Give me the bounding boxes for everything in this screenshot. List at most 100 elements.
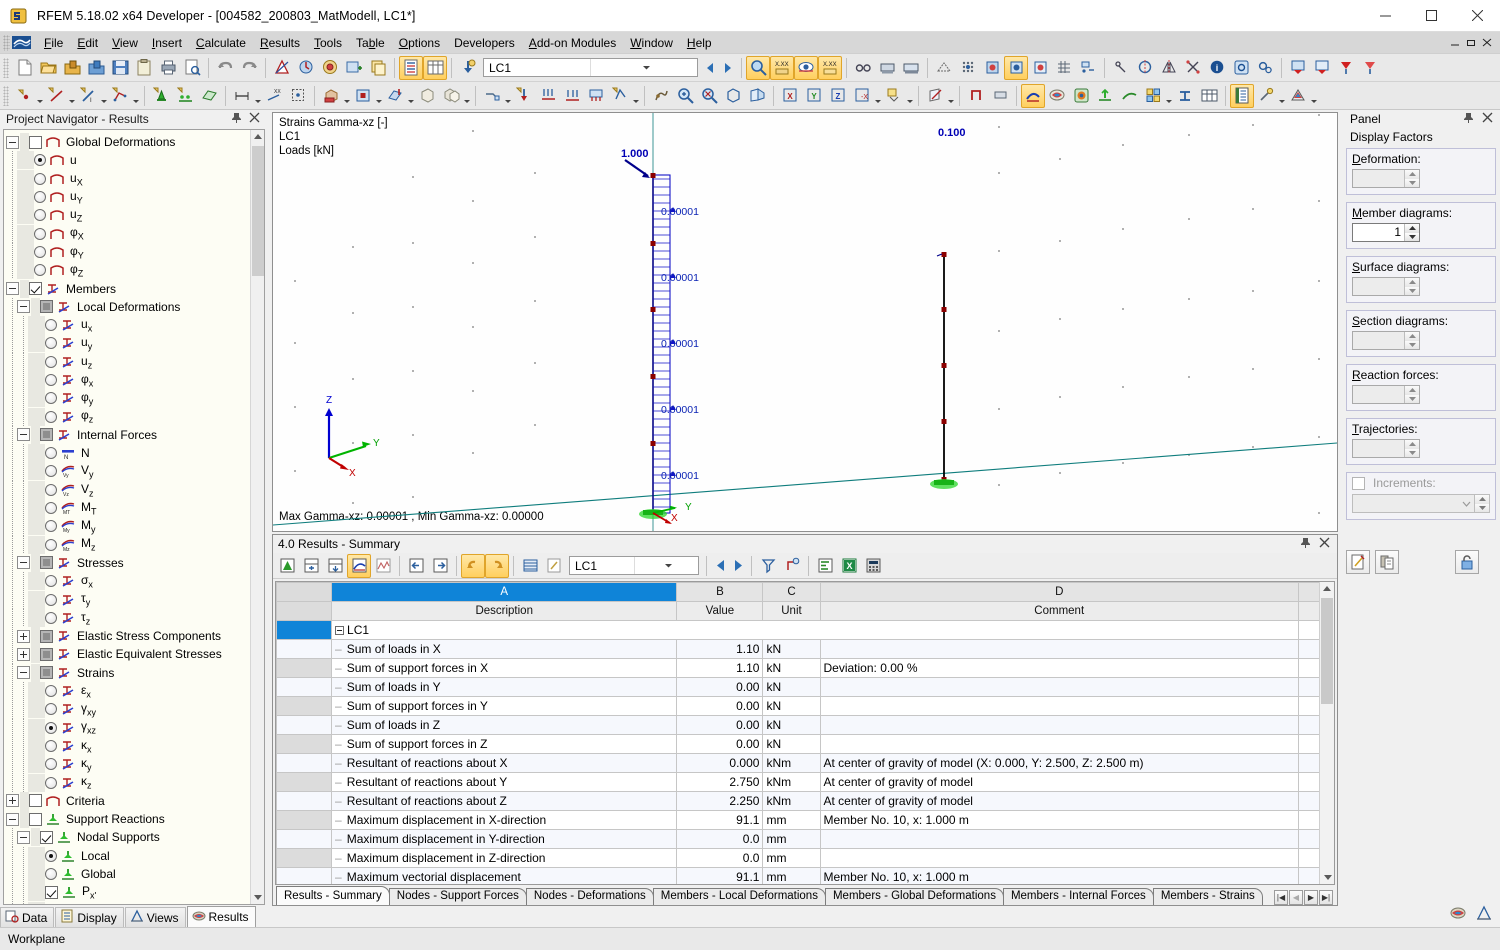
- menu-calculate[interactable]: Calculate: [189, 34, 253, 52]
- dropdown-caret[interactable]: [407, 84, 415, 108]
- close-icon[interactable]: [1319, 537, 1330, 552]
- tree-radio[interactable]: [45, 502, 57, 514]
- tree-radio[interactable]: [34, 264, 46, 276]
- tree-radio[interactable]: [34, 191, 46, 203]
- line-load-icon[interactable]: [560, 84, 584, 108]
- glasses-icon[interactable]: [851, 56, 875, 80]
- grid-settings-icon[interactable]: [518, 554, 542, 578]
- results-tree[interactable]: Global DeformationsuuXuYuZφXφYφZMembersL…: [4, 130, 264, 905]
- row-header[interactable]: [277, 678, 332, 697]
- cell-comment[interactable]: Deviation: 0.00 %: [820, 659, 1298, 678]
- result-table-icon[interactable]: [1197, 84, 1221, 108]
- cell-value[interactable]: 91.1: [677, 868, 763, 886]
- view-iso-icon[interactable]: -X: [850, 84, 874, 108]
- menu-tools[interactable]: Tools: [307, 34, 349, 52]
- surface-load-icon[interactable]: [584, 84, 608, 108]
- cell-unit[interactable]: kN: [763, 716, 820, 735]
- spinner-down-icon[interactable]: [1405, 449, 1419, 458]
- spinner-buttons[interactable]: [1404, 386, 1419, 403]
- cell-comment[interactable]: [820, 678, 1298, 697]
- factor-spinner[interactable]: [1352, 277, 1420, 296]
- pin-icon[interactable]: [1300, 537, 1311, 552]
- cell-unit[interactable]: kN: [763, 697, 820, 716]
- scroll-up-icon[interactable]: [1320, 582, 1334, 596]
- table-row[interactable]: –Sum of support forces in Z0.00kN: [277, 735, 1322, 754]
- gears-icon[interactable]: [1253, 56, 1277, 80]
- tree-item-internal-forces[interactable]: Internal Forces: [4, 426, 264, 444]
- next-table-icon[interactable]: [428, 554, 452, 578]
- column-letter-b[interactable]: B: [677, 583, 763, 602]
- menu-table[interactable]: Table: [349, 34, 392, 52]
- tree-checkbox[interactable]: [40, 648, 53, 661]
- view-y-icon[interactable]: Y: [802, 84, 826, 108]
- tree-radio[interactable]: [45, 319, 57, 331]
- tree-radio[interactable]: [45, 685, 57, 697]
- solid-icon[interactable]: [980, 56, 1004, 80]
- table-tab-results-summary[interactable]: Results - Summary: [276, 886, 390, 905]
- table-tab-members-internal-forces[interactable]: Members - Internal Forces: [1003, 888, 1154, 905]
- chevron-down-icon[interactable]: [590, 59, 697, 76]
- view-x-icon[interactable]: X: [778, 84, 802, 108]
- tree-item-m[interactable]: MzMz: [4, 536, 264, 554]
- dropdown-caret[interactable]: [1165, 84, 1173, 108]
- tree-radio[interactable]: [45, 392, 57, 404]
- menu-edit[interactable]: Edit: [70, 34, 105, 52]
- render-icon[interactable]: [875, 56, 899, 80]
- settings-icon[interactable]: [1229, 56, 1253, 80]
- opening-icon[interactable]: [351, 84, 375, 108]
- row-header[interactable]: [277, 754, 332, 773]
- table-row[interactable]: –Sum of support forces in X1.10kNDeviati…: [277, 659, 1322, 678]
- insert-column-icon[interactable]: [323, 554, 347, 578]
- table-tab-members-local-deformations[interactable]: Members - Local Deformations: [653, 888, 826, 905]
- tree-radio[interactable]: [45, 411, 57, 423]
- tree-expander-expand[interactable]: [17, 630, 30, 643]
- edit-table-icon[interactable]: [542, 554, 566, 578]
- factor-spinner[interactable]: [1352, 169, 1420, 188]
- info-icon[interactable]: i: [1205, 56, 1229, 80]
- tree-item-[interactable]: φy: [4, 389, 264, 407]
- cell-value[interactable]: 0.00: [677, 697, 763, 716]
- tree-item-[interactable]: φz: [4, 407, 264, 425]
- cell-value[interactable]: 0.0: [677, 849, 763, 868]
- dropdown-caret[interactable]: [632, 84, 640, 108]
- tree-radio[interactable]: [45, 520, 57, 532]
- row-header[interactable]: [277, 621, 332, 640]
- inner-restore-icon[interactable]: [1464, 36, 1478, 50]
- tree-item-u[interactable]: uz: [4, 353, 264, 371]
- cell-value[interactable]: 2.250: [677, 792, 763, 811]
- tree-item-strains[interactable]: Strains: [4, 664, 264, 682]
- cell-comment[interactable]: At center of gravity of model: [820, 792, 1298, 811]
- model-viewport[interactable]: Strains Gamma-xz [-] LC1 Loads [kN] Max …: [272, 112, 1338, 532]
- table-group-row[interactable]: LC1: [277, 621, 1322, 640]
- dropdown-caret[interactable]: [343, 84, 351, 108]
- result-value-display-icon[interactable]: X.XX: [818, 56, 842, 80]
- zoom-icon[interactable]: [746, 56, 770, 80]
- cell-unit[interactable]: mm: [763, 811, 820, 830]
- new-solid-icon[interactable]: [319, 84, 343, 108]
- support-tag2-icon[interactable]: [1310, 56, 1334, 80]
- tree-radio[interactable]: [45, 465, 57, 477]
- tree-expander-collapse[interactable]: [6, 282, 19, 295]
- row-header[interactable]: [277, 735, 332, 754]
- clipboard-icon[interactable]: [132, 56, 156, 80]
- table-row[interactable]: –Resultant of reactions about Y2.750kNmA…: [277, 773, 1322, 792]
- row-header[interactable]: [277, 640, 332, 659]
- tree-item-nodal-supports[interactable]: Nodal Supports: [4, 828, 264, 846]
- scroll-up-icon[interactable]: [251, 130, 265, 144]
- menu-help[interactable]: Help: [680, 34, 719, 52]
- tree-item-[interactable]: τy: [4, 590, 264, 608]
- table-row[interactable]: –Sum of loads in Z0.00kN: [277, 716, 1322, 735]
- line-release-icon[interactable]: [480, 84, 504, 108]
- table-tab-members-global-deformations[interactable]: Members - Global Deformations: [825, 888, 1004, 905]
- cell-description[interactable]: –Sum of loads in X: [332, 640, 677, 659]
- colour-result-icon[interactable]: [1045, 84, 1069, 108]
- spinner-buttons[interactable]: [1404, 332, 1419, 349]
- zoom-out-icon[interactable]: [697, 84, 721, 108]
- spinner-down-icon[interactable]: [1405, 179, 1419, 188]
- section-result-icon[interactable]: [1173, 84, 1197, 108]
- factor-spinner[interactable]: [1352, 331, 1420, 350]
- support-tag-icon[interactable]: [1286, 56, 1310, 80]
- pin-support-icon[interactable]: [1334, 56, 1358, 80]
- lock-panel-icon[interactable]: [1455, 550, 1479, 574]
- printout-icon[interactable]: [1476, 905, 1492, 924]
